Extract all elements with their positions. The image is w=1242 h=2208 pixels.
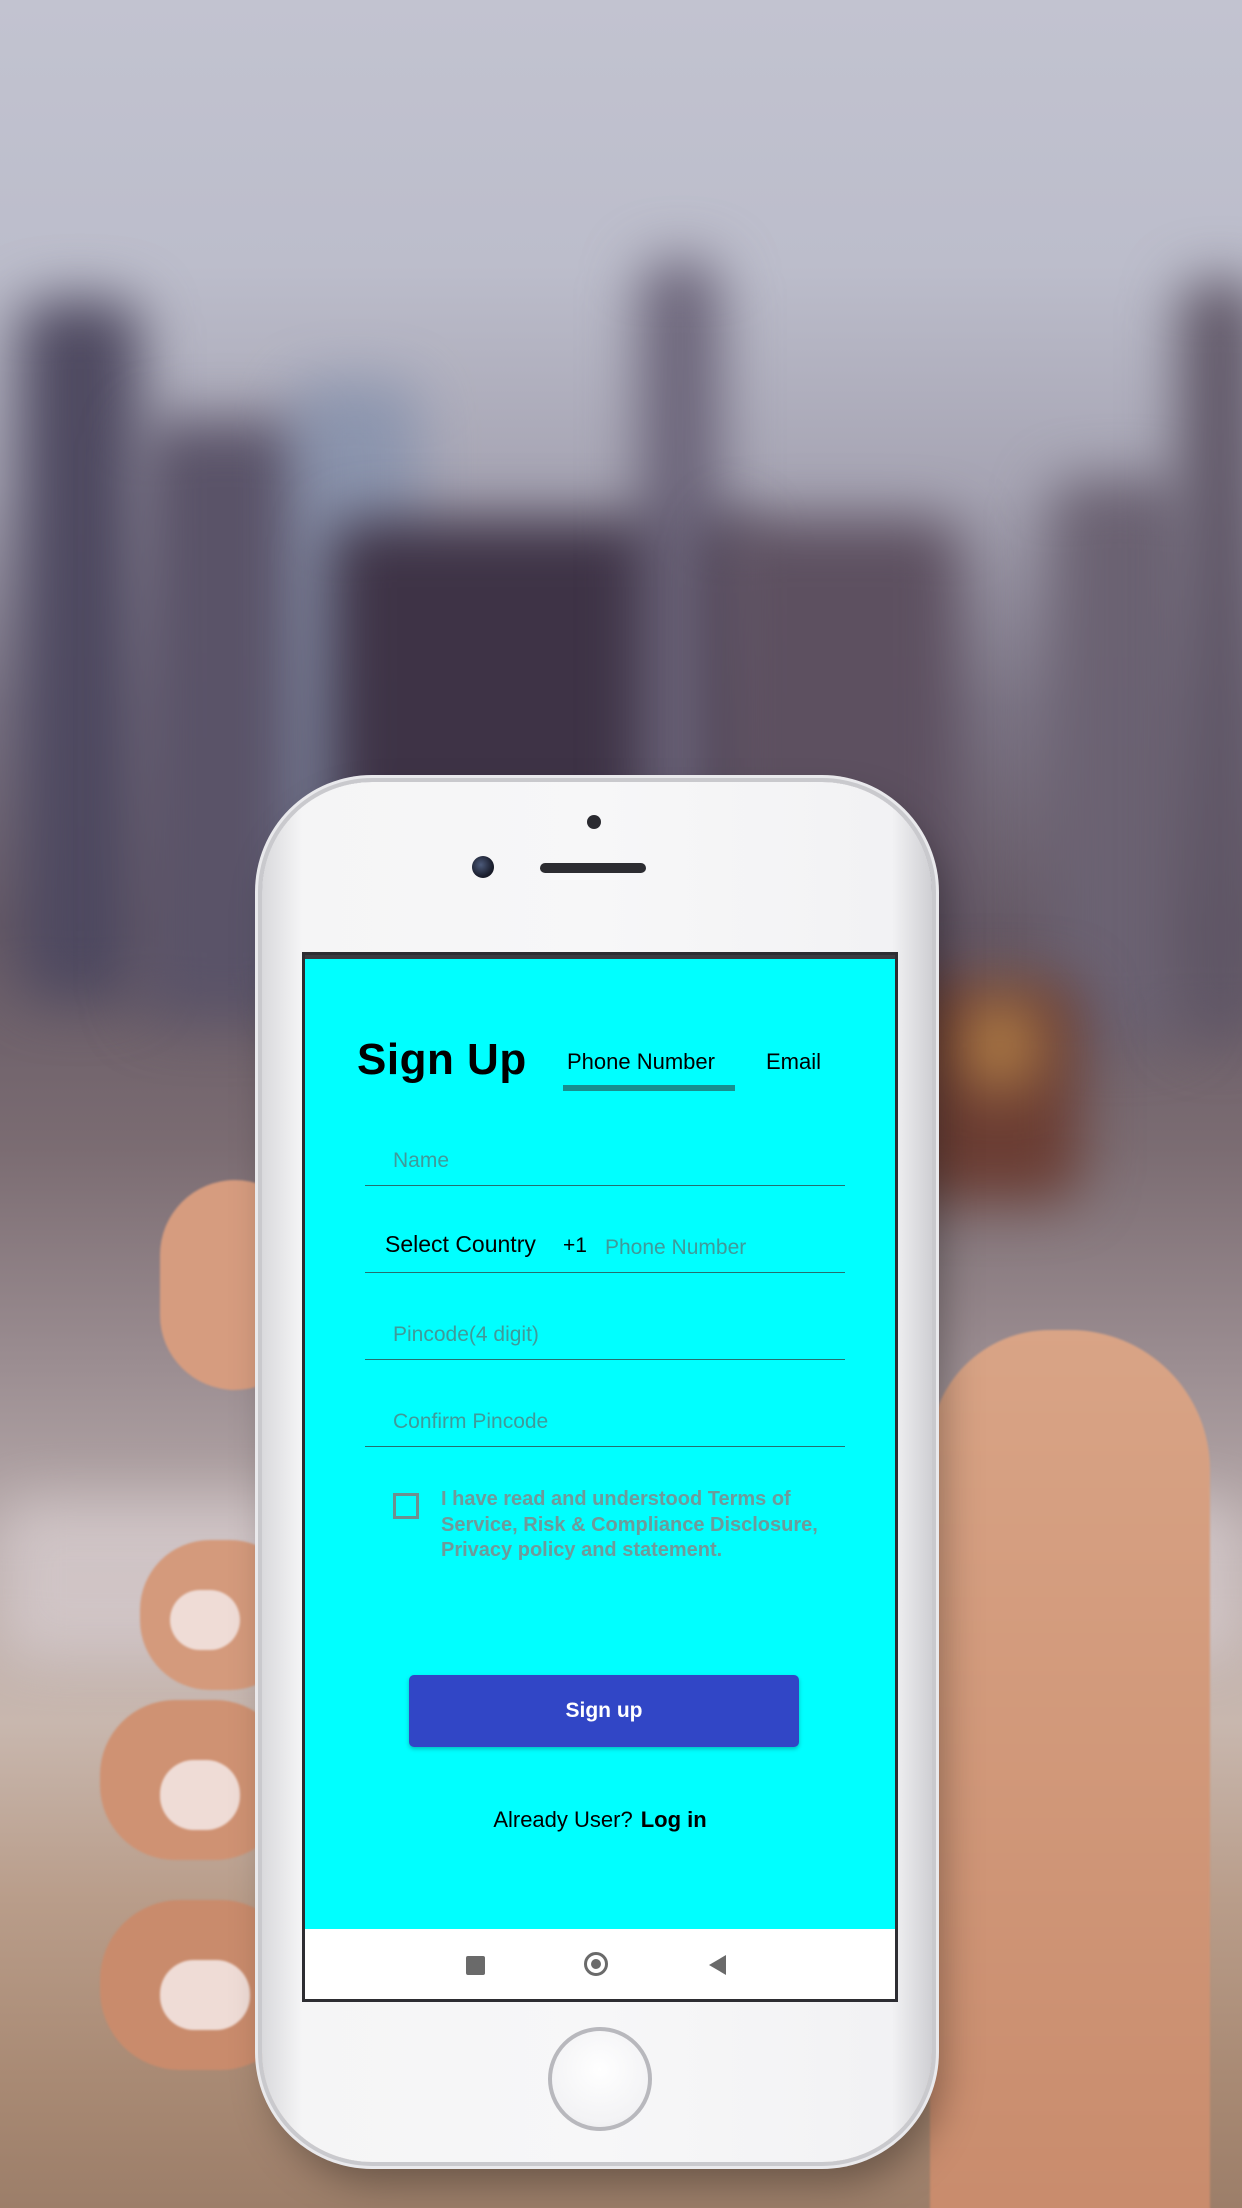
proximity-sensor [587,815,601,829]
already-user-row: Already User? Log in [305,1807,895,1833]
active-tab-indicator [563,1085,735,1091]
confirm-pincode-input[interactable] [393,1410,833,1434]
already-user-label: Already User? [493,1807,633,1832]
home-button[interactable] [548,2027,652,2131]
status-strip [305,955,895,959]
confirm-pincode-field [365,1386,845,1447]
tab-email[interactable]: Email [766,1049,821,1075]
front-camera [472,856,494,878]
phone-number-input[interactable] [605,1236,835,1260]
home-icon[interactable] [584,1952,608,1976]
earpiece-speaker [540,863,646,873]
login-link[interactable]: Log in [641,1807,707,1832]
phone-field: Select Country +1 [365,1212,845,1273]
tab-phone-number[interactable]: Phone Number [567,1049,715,1075]
android-nav-bar [305,1929,895,1999]
back-icon[interactable] [709,1955,726,1975]
name-field [365,1125,845,1186]
terms-checkbox[interactable] [393,1493,419,1519]
name-input[interactable] [393,1149,833,1173]
pincode-input[interactable] [393,1323,833,1347]
dial-code: +1 [563,1234,587,1257]
pincode-field [365,1299,845,1360]
select-country-dropdown[interactable]: Select Country [385,1231,536,1258]
recent-apps-icon[interactable] [466,1956,485,1975]
signup-button[interactable]: Sign up [409,1675,799,1747]
page-title: Sign Up [357,1035,527,1084]
app-screen: Sign Up Phone Number Email Select Countr… [302,952,898,2002]
terms-text: I have read and understood Terms of Serv… [441,1488,818,1561]
